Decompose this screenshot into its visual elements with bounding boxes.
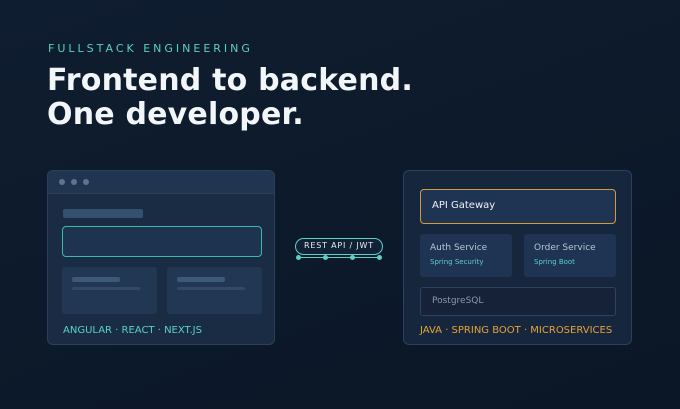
window-dot-icon [71, 179, 77, 185]
backend-stack-label: JAVA · SPRING BOOT · MICROSERVICES [420, 325, 613, 336]
skeleton-line [72, 287, 140, 290]
service-name: Order Service [534, 243, 596, 253]
api-gateway-box: API Gateway [420, 189, 616, 224]
connector-dot-icon [350, 255, 355, 260]
browser-title-bar [48, 171, 274, 194]
window-dot-icon [83, 179, 89, 185]
skeleton-title [63, 209, 143, 218]
api-pill: REST API / JWT [295, 238, 383, 255]
connector-dot-icon [323, 255, 328, 260]
service-box-order: Order Service Spring Boot [524, 234, 616, 277]
window-dot-icon [59, 179, 65, 185]
skeleton-hero [62, 226, 262, 257]
connector-dot-icon [296, 255, 301, 260]
database-box: PostgreSQL [420, 287, 616, 316]
frontend-browser-card: ANGULAR · REACT · NEXT.JS [47, 170, 275, 345]
skeleton-card [62, 267, 157, 314]
service-tech: Spring Boot [534, 258, 575, 266]
skeleton-line [72, 277, 120, 282]
skeleton-line [177, 287, 245, 290]
frontend-stack-label: ANGULAR · REACT · NEXT.JS [63, 325, 202, 336]
headline-line-2: One developer. [47, 97, 304, 132]
skeleton-line [177, 277, 225, 282]
service-box-auth: Auth Service Spring Security [420, 234, 512, 277]
skeleton-card [167, 267, 262, 314]
backend-architecture-card: API Gateway Auth Service Spring Security… [403, 170, 632, 345]
api-connector: REST API / JWT [295, 238, 387, 262]
service-tech: Spring Security [430, 258, 484, 266]
headline-line-1: Frontend to backend. [47, 63, 413, 98]
headline: Frontend to backend. One developer. [47, 64, 413, 132]
service-name: Auth Service [430, 243, 488, 253]
connector-dot-icon [377, 255, 382, 260]
connector-wire [299, 257, 379, 258]
eyebrow-label: FULLSTACK ENGINEERING [48, 42, 253, 55]
